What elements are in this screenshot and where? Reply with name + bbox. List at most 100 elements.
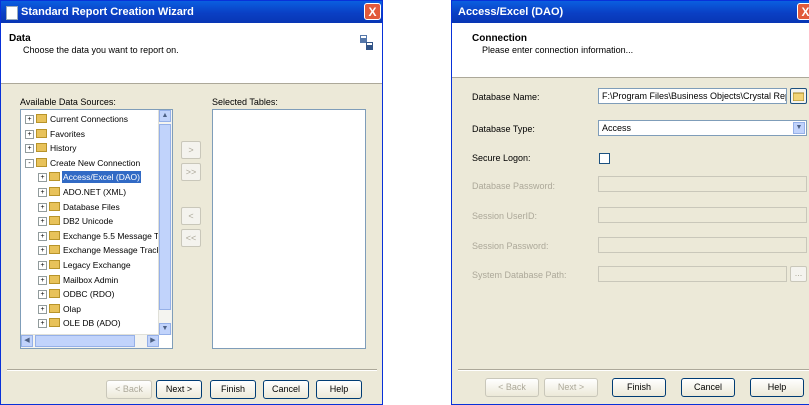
tree-vertical-scrollbar[interactable]: ▲ ▼: [158, 110, 172, 335]
wizard-back-button[interactable]: < Back: [106, 380, 152, 399]
wizard-finish-button[interactable]: Finish: [210, 380, 256, 399]
expand-icon[interactable]: +: [38, 261, 47, 270]
tree-scroll-thumb[interactable]: [159, 124, 171, 310]
tree-item[interactable]: + Olap: [21, 303, 159, 315]
expand-icon[interactable]: +: [38, 246, 47, 256]
session-userid-field[interactable]: [598, 207, 807, 223]
database-name-label: Database Name:: [472, 92, 540, 102]
wizard-cancel-button[interactable]: Cancel: [263, 380, 309, 399]
browse-database-button[interactable]: [790, 88, 807, 104]
tree-item[interactable]: + History: [21, 142, 159, 154]
tree-item[interactable]: + Exchange Message Tracking Lo: [21, 244, 172, 256]
tree-item[interactable]: + Mailbox Admin: [21, 274, 159, 286]
tree-item[interactable]: - Create New Connection: [21, 157, 159, 169]
tree-item[interactable]: + OLE DB (ADO): [21, 317, 159, 329]
system-database-path-label: System Database Path:: [472, 270, 567, 280]
database-password-field[interactable]: [598, 176, 807, 192]
tree-hscroll-thumb[interactable]: [35, 335, 135, 347]
tree-item-label: Access/Excel (DAO): [62, 171, 141, 184]
expand-icon[interactable]: +: [25, 115, 34, 124]
wizard-close-button[interactable]: X: [364, 3, 381, 20]
add-all-tables-button[interactable]: >>: [181, 163, 201, 181]
tree-item[interactable]: + DB2 Unicode: [21, 215, 159, 227]
database-type-select[interactable]: Access ▼: [598, 120, 807, 136]
session-password-label: Session Password:: [472, 241, 549, 251]
database-name-field[interactable]: F:\Program Files\Business Objects\Crysta…: [598, 88, 787, 104]
folder-icon: [49, 245, 60, 255]
folder-icon: [49, 172, 60, 182]
folder-icon: [49, 201, 60, 211]
wizard-header-subtitle: Choose the data you want to report on.: [23, 45, 179, 55]
tree-item-label: History: [50, 143, 77, 154]
dao-title: Access/Excel (DAO): [458, 6, 564, 18]
tree-item[interactable]: + Database Files: [21, 201, 159, 213]
expand-icon[interactable]: +: [38, 173, 47, 183]
expand-icon[interactable]: +: [38, 231, 47, 241]
dao-next-button[interactable]: Next >: [544, 378, 598, 397]
tree-item-label: Exchange 5.5 Message Trackin: [63, 230, 173, 241]
tree-item-label: Current Connections: [50, 114, 128, 124]
dao-cancel-button[interactable]: Cancel: [681, 378, 735, 397]
folder-icon: [49, 303, 60, 313]
collapse-icon[interactable]: -: [25, 158, 34, 168]
tree-item-label: ODBC (RDO): [63, 289, 115, 300]
selected-tables-list[interactable]: [212, 109, 366, 349]
folder-icon: [49, 289, 60, 299]
dao-back-button[interactable]: < Back: [485, 378, 539, 397]
dao-connection-window: Access/Excel (DAO) X Connection Please e…: [451, 0, 809, 405]
scroll-down-arrow-icon[interactable]: ▼: [159, 323, 171, 335]
wizard-titlebar[interactable]: Standard Report Creation Wizard X: [1, 1, 382, 23]
scroll-up-arrow-icon[interactable]: ▲: [159, 110, 171, 122]
expand-icon[interactable]: +: [38, 275, 47, 285]
expand-icon[interactable]: +: [38, 304, 47, 314]
tree-item-label: Olap: [63, 303, 81, 314]
remove-all-tables-button[interactable]: <<: [181, 229, 201, 247]
tree-item[interactable]: + Exchange 5.5 Message Trackin: [21, 230, 172, 242]
tree-item[interactable]: + Legacy Exchange: [21, 259, 159, 271]
folder-icon: [36, 143, 47, 153]
wizard-footer-separator: [7, 369, 377, 371]
scroll-right-arrow-icon[interactable]: ▶: [147, 335, 159, 347]
wizard-help-button[interactable]: Help: [316, 380, 362, 399]
tree-horizontal-scrollbar[interactable]: ◀ ▶: [21, 334, 159, 348]
tree-item-label: Favorites: [50, 128, 85, 139]
dao-finish-button[interactable]: Finish: [612, 378, 666, 397]
system-database-path-field[interactable]: [598, 266, 787, 282]
tree-item[interactable]: + ADO.NET (XML): [21, 186, 159, 198]
folder-icon: [36, 128, 47, 138]
folder-icon: [49, 274, 60, 284]
tree-item[interactable]: + ODBC (RDO): [21, 288, 159, 300]
dao-close-button[interactable]: X: [797, 3, 809, 20]
dao-titlebar[interactable]: Access/Excel (DAO) X: [452, 1, 809, 23]
dao-header-subtitle: Please enter connection information...: [482, 45, 634, 55]
expand-icon[interactable]: +: [38, 319, 47, 329]
add-table-button[interactable]: >: [181, 141, 201, 159]
available-data-sources-tree[interactable]: + Current Connections + Favorites + History - C…: [20, 109, 173, 349]
selected-tables-label: Selected Tables:: [212, 97, 278, 107]
session-userid-label: Session UserID:: [472, 211, 538, 221]
wizard-next-button[interactable]: Next >: [156, 380, 202, 399]
expand-icon[interactable]: +: [38, 217, 47, 227]
expand-icon[interactable]: +: [25, 129, 34, 139]
session-password-field[interactable]: [598, 237, 807, 253]
folder-icon: [49, 230, 60, 240]
tree-item-label: DB2 Unicode: [63, 216, 114, 227]
report-wizard-window: Standard Report Creation Wizard X Data C…: [0, 0, 383, 405]
tree-item[interactable]: + Favorites: [21, 128, 159, 140]
dao-help-button[interactable]: Help: [750, 378, 804, 397]
remove-table-button[interactable]: <: [181, 207, 201, 225]
tree-item[interactable]: + Current Connections: [21, 113, 159, 125]
expand-icon[interactable]: +: [38, 202, 47, 212]
database-type-label: Database Type:: [472, 124, 535, 134]
chevron-down-icon[interactable]: ▼: [793, 122, 805, 134]
folder-icon: [49, 216, 60, 226]
secure-logon-checkbox[interactable]: [599, 153, 610, 164]
folder-icon: [49, 318, 60, 328]
browse-folder-icon: [792, 92, 805, 102]
expand-icon[interactable]: +: [38, 188, 47, 197]
expand-icon[interactable]: +: [38, 290, 47, 300]
tree-item[interactable]: + Access/Excel (DAO): [21, 171, 159, 184]
expand-icon[interactable]: +: [25, 144, 34, 154]
browse-system-db-button[interactable]: ...: [790, 266, 807, 282]
scroll-left-arrow-icon[interactable]: ◀: [21, 335, 33, 347]
